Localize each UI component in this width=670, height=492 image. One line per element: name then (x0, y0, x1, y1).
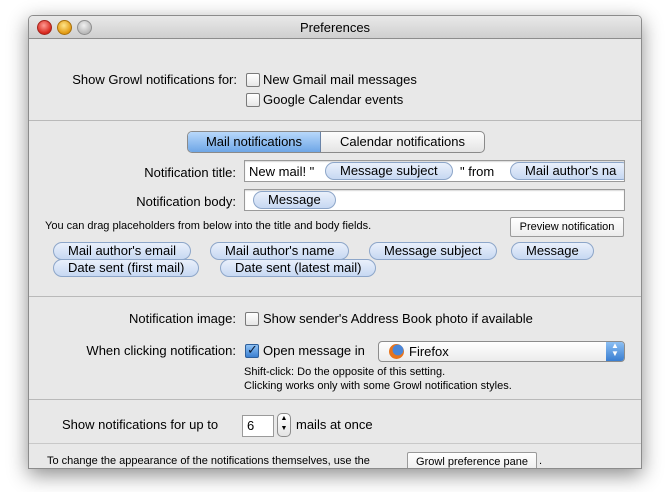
mail-count-stepper[interactable]: ▲ ▼ (277, 413, 291, 437)
preferences-content: Show Growl notifications for: New Gmail … (29, 39, 641, 468)
growl-styles-note: Clicking works only with some Growl noti… (244, 380, 512, 392)
title-text-before: New mail! " (249, 164, 315, 179)
open-message-checkbox[interactable]: ✓ (245, 342, 259, 358)
placeholder-date-sent-latest[interactable]: Date sent (latest mail) (220, 259, 377, 277)
tab-calendar-notifications[interactable]: Calendar notifications (321, 132, 484, 152)
appearance-suffix: . (539, 455, 543, 467)
placeholder-message-subject[interactable]: Message subject (369, 242, 497, 260)
firefox-icon (389, 344, 404, 359)
address-book-photo-label[interactable]: Show sender's Address Book photo if avai… (263, 311, 533, 326)
notification-image-label: Notification image: (129, 311, 236, 326)
separator (29, 443, 641, 444)
notification-title-field[interactable]: New mail! " Message subject " from Mail … (244, 160, 625, 182)
gmail-messages-checkbox[interactable] (246, 73, 260, 87)
title-token-message-subject[interactable]: Message subject (325, 162, 453, 180)
placeholder-date-sent-first[interactable]: Date sent (first mail) (53, 259, 200, 277)
preferences-window: Preferences Show Growl notifications for… (28, 15, 642, 469)
gmail-messages-label[interactable]: New Gmail mail messages (263, 72, 417, 87)
drag-hint-text: You can drag placeholders from below int… (45, 220, 372, 232)
address-book-photo-checkbox[interactable] (245, 312, 259, 326)
appearance-text: To change the appearance of the notifica… (47, 455, 370, 467)
separator (29, 296, 641, 297)
when-clicking-label: When clicking notification: (86, 343, 236, 358)
open-message-label[interactable]: Open message in (263, 343, 365, 358)
separator (29, 399, 641, 400)
title-token-mail-author-name[interactable]: Mail author's na (510, 162, 624, 180)
notification-tabs: Mail notifications Calendar notification… (187, 131, 485, 153)
placeholder-mail-author-email[interactable]: Mail author's email (53, 242, 191, 260)
limit-label-after: mails at once (296, 417, 373, 432)
preview-notification-button[interactable]: Preview notification (510, 217, 624, 237)
popup-arrows-icon: ▲ ▼ (606, 342, 624, 361)
notification-body-field[interactable]: Message (244, 189, 625, 211)
notification-body-label: Notification body: (136, 194, 236, 209)
calendar-events-checkbox[interactable] (246, 93, 260, 107)
browser-selected-value: Firefox (409, 344, 449, 359)
growl-preference-pane-button[interactable]: Growl preference pane (407, 452, 537, 468)
placeholder-message[interactable]: Message (511, 242, 594, 260)
tab-mail-notifications[interactable]: Mail notifications (188, 132, 321, 152)
separator (29, 120, 641, 121)
mail-count-field[interactable]: 6 (242, 415, 274, 437)
checkmark-icon: ✓ (247, 342, 258, 357)
title-bar: Preferences (29, 16, 641, 39)
placeholder-mail-author-name[interactable]: Mail author's name (210, 242, 350, 260)
title-text-middle: " from (460, 164, 495, 179)
show-growl-label: Show Growl notifications for: (72, 72, 237, 87)
shift-click-note: Shift-click: Do the opposite of this set… (244, 366, 446, 378)
browser-popup-button[interactable]: Firefox ▲ ▼ (378, 341, 625, 362)
window-title: Preferences (299, 20, 371, 35)
limit-label-before: Show notifications for up to (62, 417, 219, 432)
notification-title-label: Notification title: (144, 165, 236, 180)
calendar-events-label[interactable]: Google Calendar events (263, 92, 403, 107)
body-token-message[interactable]: Message (253, 191, 336, 209)
